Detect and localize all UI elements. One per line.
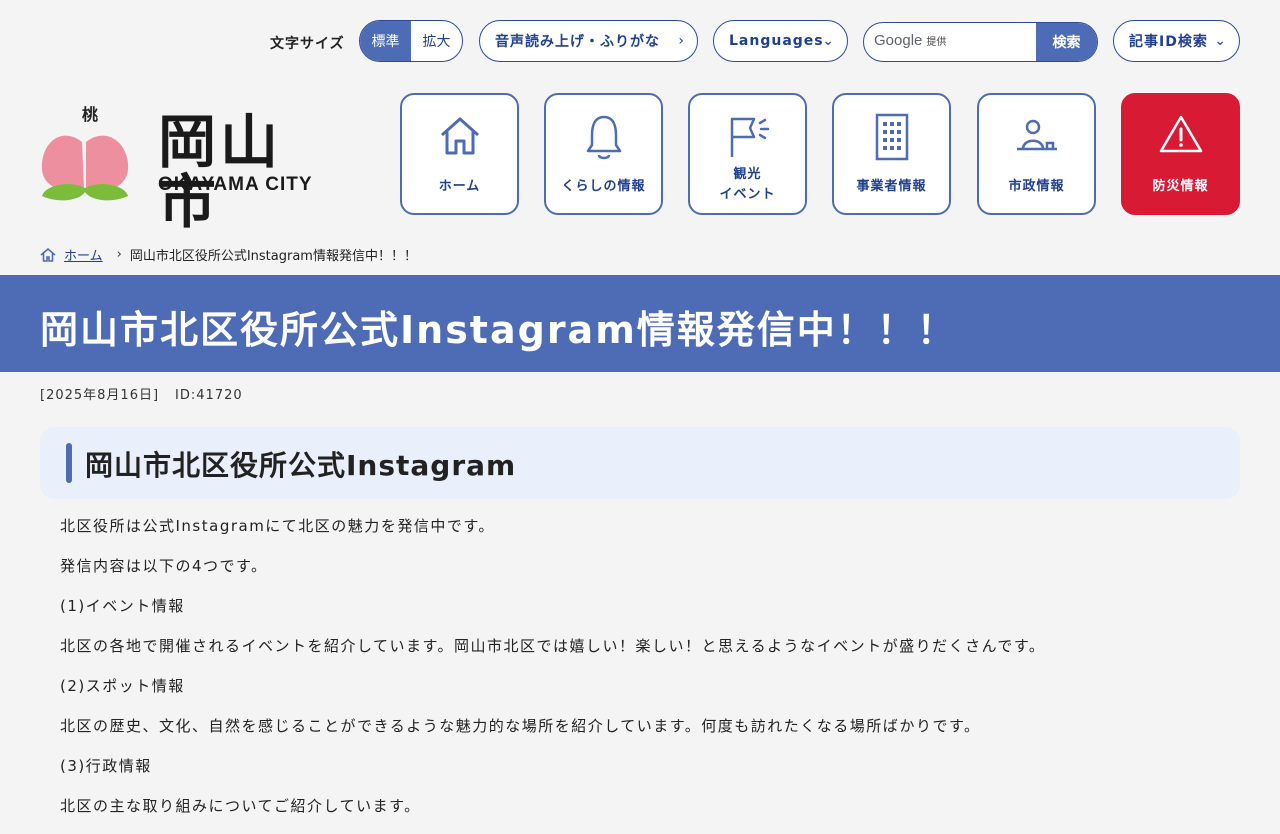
nav-tourism[interactable]: 観光 イベント — [688, 93, 807, 215]
building-icon — [834, 113, 949, 161]
page-meta: [2025年8月16日] ID:41720 — [40, 384, 243, 403]
svg-text:桃: 桃 — [82, 105, 98, 124]
search-provider-suffix: 提供 — [926, 37, 947, 48]
site-logo[interactable]: 桃 岡山市 OKAYAMA CITY — [40, 100, 340, 232]
nav-business[interactable]: 事業者情報 — [832, 93, 951, 215]
peach-logo-icon: 桃 — [41, 105, 129, 201]
nav-home[interactable]: ホーム — [400, 93, 519, 215]
nav-living[interactable]: くらしの情報 — [544, 93, 663, 215]
section-heading-box: 岡山市北区役所公式Instagram — [40, 427, 1240, 499]
nav-tourism-label: 観光 イベント — [690, 165, 805, 205]
nav-business-label: 事業者情報 — [856, 179, 927, 194]
nav-disaster-prevention[interactable]: 防災情報 — [1121, 93, 1240, 215]
google-logo: Google — [874, 32, 923, 49]
paragraph: 北区役所は公式Instagramにて北区の魅力を発信中です。 — [60, 517, 495, 535]
font-size-large-button[interactable]: 拡大 — [411, 21, 462, 61]
bell-icon — [546, 113, 661, 161]
article-id-search-button[interactable]: 記事ID検索 ⌄ — [1113, 20, 1240, 62]
paragraph: 北区の主な取り組みについてご紹介しています。 — [60, 797, 421, 815]
page-title: 岡山市北区役所公式Instagram情報発信中！！！ — [40, 308, 957, 352]
font-size-standard-button[interactable]: 標準 — [360, 21, 411, 61]
article-body: 北区役所は公式Instagramにて北区の魅力を発信中です。 発信内容は以下の4… — [60, 514, 1240, 834]
flag-icon — [690, 115, 805, 163]
article-id-search-label: 記事ID検索 — [1129, 34, 1208, 50]
chevron-right-icon: › — [678, 33, 685, 49]
read-aloud-button[interactable]: 音声読み上げ・ふりがな › — [479, 20, 698, 62]
paragraph: (1)イベント情報 — [60, 597, 185, 615]
nav-city-government[interactable]: 市政情報 — [977, 93, 1096, 215]
nav-home-label: ホーム — [438, 179, 481, 194]
nav-disaster-prevention-label: 防災情報 — [1152, 179, 1209, 194]
paragraph: 北区の歴史、文化、自然を感じることができるような魅力的な場所を紹介しています。何… — [60, 717, 981, 735]
font-size-label: 文字サイズ — [270, 36, 345, 52]
read-aloud-label: 音声読み上げ・ふりがな — [495, 34, 660, 50]
paragraph: 北区の各地で開催されるイベントを紹介しています。岡山市北区では嬉しい！楽しい！と… — [60, 637, 1046, 655]
languages-dropdown[interactable]: Languages ⌄ — [713, 20, 848, 62]
paragraph: (3)行政情報 — [60, 757, 152, 775]
breadcrumb: ホーム › 岡山市北区役所公式Instagram情報発信中！！！ — [40, 245, 417, 264]
heading-accent-bar — [66, 443, 72, 483]
nav-tourism-label-line1: 観光 — [733, 167, 762, 182]
warning-icon — [1123, 113, 1238, 161]
paragraph: (2)スポット情報 — [60, 677, 185, 695]
publish-date: [2025年8月16日] — [40, 388, 160, 403]
languages-label: Languages — [729, 33, 824, 49]
home-icon — [40, 247, 56, 262]
nav-living-label: くらしの情報 — [561, 179, 646, 194]
logo-title: 岡山市 — [158, 108, 283, 236]
search-input[interactable]: Google 提供 — [874, 32, 946, 49]
chevron-down-icon: ⌄ — [1214, 33, 1227, 49]
font-size-toggle: 標準 拡大 — [359, 20, 463, 62]
person-desk-icon — [979, 113, 1094, 161]
search-button[interactable]: 検索 — [1036, 23, 1097, 61]
utility-bar: 文字サイズ 標準 拡大 音声読み上げ・ふりがな › Languages ⌄ Go… — [0, 20, 1280, 64]
paragraph: 発信内容は以下の4つです。 — [60, 557, 268, 575]
section-heading: 岡山市北区役所公式Instagram — [85, 449, 517, 482]
breadcrumb-current: 岡山市北区役所公式Instagram情報発信中！！！ — [129, 249, 417, 264]
chevron-right-icon: › — [116, 247, 122, 262]
article-id: ID:41720 — [175, 388, 243, 403]
logo-subtitle: OKAYAMA CITY — [158, 174, 313, 195]
nav-tourism-label-line2: イベント — [719, 187, 776, 202]
chevron-down-icon: ⌄ — [822, 33, 835, 49]
site-search: Google 提供 検索 — [863, 22, 1098, 62]
home-icon — [402, 113, 517, 161]
page-title-band: 岡山市北区役所公式Instagram情報発信中！！！ — [0, 275, 1280, 372]
breadcrumb-home-link[interactable]: ホーム — [64, 245, 103, 264]
nav-city-government-label: 市政情報 — [1008, 179, 1065, 194]
